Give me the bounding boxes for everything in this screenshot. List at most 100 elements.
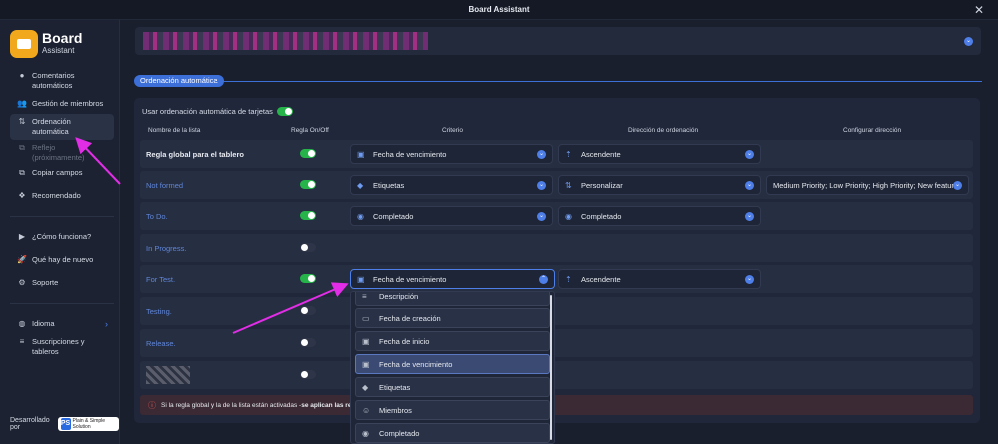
divider [10,216,114,217]
table-row: Release. [140,329,973,357]
close-icon[interactable]: ✕ [974,3,984,17]
header-direction: Dirección de ordenación [628,127,699,134]
chevron-down-icon[interactable]: ⌄ [964,37,973,46]
sidebar-item-copy-fields[interactable]: ⧉ Copiar campos [10,165,114,181]
mirror-icon: ⧉ [19,143,25,152]
sidebar-item-mirror: ⧉ Reflejo (próximamente) [10,140,114,166]
chevron-down-icon: ⌄ [953,181,962,190]
header-configure: Configurar dirección [843,127,902,134]
rule-toggle[interactable] [300,274,316,284]
window-title: Board Assistant [468,5,530,14]
sidebar-item-how-it-works[interactable]: ▶ ¿Cómo funciona? [10,229,114,245]
board-selector[interactable]: ⌄ [135,27,981,55]
brand-logo[interactable]: PS Plain & Simple Solution [57,417,119,431]
sidebar-item-support[interactable]: ⚙ Soporte [10,275,114,291]
chevron-down-icon: ⌄ [745,181,754,190]
tag-icon: ◆ [357,180,364,190]
ps-logo-icon: PS [60,418,71,430]
table-row: In Progress. [140,234,973,262]
section-divider [216,81,982,82]
criterion-select[interactable]: ◉ Completado ⌄ [350,206,553,226]
youtube-icon: ▶ [18,232,26,241]
dropdown-option[interactable]: ◆ Etiquetas [355,377,550,397]
table-row: Not formed ◆ Etiquetas ⌄ ⇅ Personalizar … [140,171,973,199]
info-banner: ⓘ Si la regla global y la de la lista es… [140,395,973,415]
sidebar-item-members[interactable]: 👥 Gestión de miembros [10,96,114,112]
auto-sort-toggle[interactable] [276,107,293,116]
dropdown-option[interactable]: ≡ Descripción [355,291,550,306]
rule-toggle[interactable] [300,149,316,159]
member-icon: ☺ [362,405,371,415]
chevron-right-icon: › [105,319,108,329]
rule-toggle[interactable] [300,306,316,316]
dropdown-option[interactable]: ☺ Miembros [355,400,550,420]
sidebar-item-whats-new[interactable]: 🚀 Qué hay de nuevo [10,252,114,268]
direction-select[interactable]: ⇡ Ascendente ⌄ [558,144,761,164]
start-date-icon: ▣ [362,336,370,346]
completed-icon: ◉ [362,428,369,438]
app-logo: Board Assistant [10,30,110,60]
direction-select[interactable]: ⇅ Personalizar ⌄ [558,175,761,195]
subscriptions-icon: ≡ [19,337,25,346]
redacted-list-name [146,366,190,384]
dropdown-option[interactable]: ◉ Completado [355,423,550,443]
dropdown-option[interactable]: ▣ Fecha de inicio [355,331,550,351]
configure-direction-select[interactable]: Medium Priority; Low Priority; High Prio… [766,175,969,195]
rule-toggle[interactable] [300,211,316,221]
title-bar: Board Assistant ✕ [0,0,998,20]
sidebar-item-recommended[interactable]: ❖ Recomendado [10,188,114,204]
direction-select[interactable]: ⇡ Ascendente ⌄ [558,269,761,289]
developer-credit: Desarrollado por PS Plain & Simple Solut… [10,417,119,431]
dropdown-option[interactable]: ▣ Fecha de vencimiento [355,354,550,374]
criterion-select[interactable]: ◆ Etiquetas ⌄ [350,175,553,195]
rule-toggle[interactable] [300,243,316,253]
chevron-down-icon: ⌄ [537,212,546,221]
table-row [140,361,973,389]
due-date-icon: ▣ [362,359,370,369]
description-icon: ≡ [362,291,367,301]
sort-asc-icon: ⇡ [565,274,572,284]
sort-asc-icon: ⇡ [565,149,572,159]
chevron-down-icon: ⌄ [537,181,546,190]
section-title: Ordenación automática [134,75,224,87]
chevron-down-icon: ⌄ [537,150,546,159]
recommended-icon: ❖ [18,191,26,200]
header-rule: Regla On/Off [291,127,329,134]
table-row: Regla global para el tablero ▣ Fecha de … [140,140,973,168]
sidebar-item-autosort[interactable]: ⇅ Ordenación automática [10,114,114,140]
created-date-icon: ▭ [362,313,370,323]
header-criterion: Criterio [442,127,463,134]
criterion-select[interactable]: ▣ Fecha de vencimiento ⌃ [350,269,555,289]
completed-icon: ◉ [357,211,364,221]
tag-icon: ◆ [362,382,369,392]
logo-icon [10,30,38,58]
rocket-icon: 🚀 [17,255,27,264]
header-list-name: Nombre de la lista [148,127,201,134]
auto-sort-toggle-row: Usar ordenación automática de tarjetas [142,107,293,116]
direction-select[interactable]: ◉ Completado ⌄ [558,206,761,226]
table-row: Testing. [140,297,973,325]
divider [10,303,114,304]
redacted-board-name [143,32,428,50]
due-date-icon: ▣ [357,149,365,159]
dropdown-option[interactable]: ▭ Fecha de creación [355,308,550,328]
sidebar-item-comments[interactable]: ● Comentarios automáticos [10,68,114,94]
chevron-down-icon: ⌄ [745,150,754,159]
alert-icon: ⓘ [148,400,156,410]
sidebar-item-subscriptions[interactable]: ≡ Suscripciones y tableros [10,334,114,360]
chevron-down-icon: ⌄ [745,212,754,221]
logo-subtext: Assistant [42,46,75,55]
chevron-up-icon: ⌃ [539,275,548,284]
criterion-select[interactable]: ▣ Fecha de vencimiento ⌄ [350,144,553,164]
sidebar-item-language[interactable]: ◍ Idioma › [10,316,114,332]
rule-toggle[interactable] [300,180,316,190]
table-row: For Test. ▣ Fecha de vencimiento ⌃ ⇡ Asc… [140,265,973,293]
custom-sort-icon: ⇅ [565,180,572,190]
sort-icon: ⇅ [18,117,26,126]
rule-toggle[interactable] [300,338,316,348]
rule-toggle[interactable] [300,370,316,380]
completed-icon: ◉ [565,211,572,221]
logo-text: Board [42,30,83,46]
dropdown-scrollbar[interactable] [550,295,552,440]
support-icon: ⚙ [18,278,26,287]
